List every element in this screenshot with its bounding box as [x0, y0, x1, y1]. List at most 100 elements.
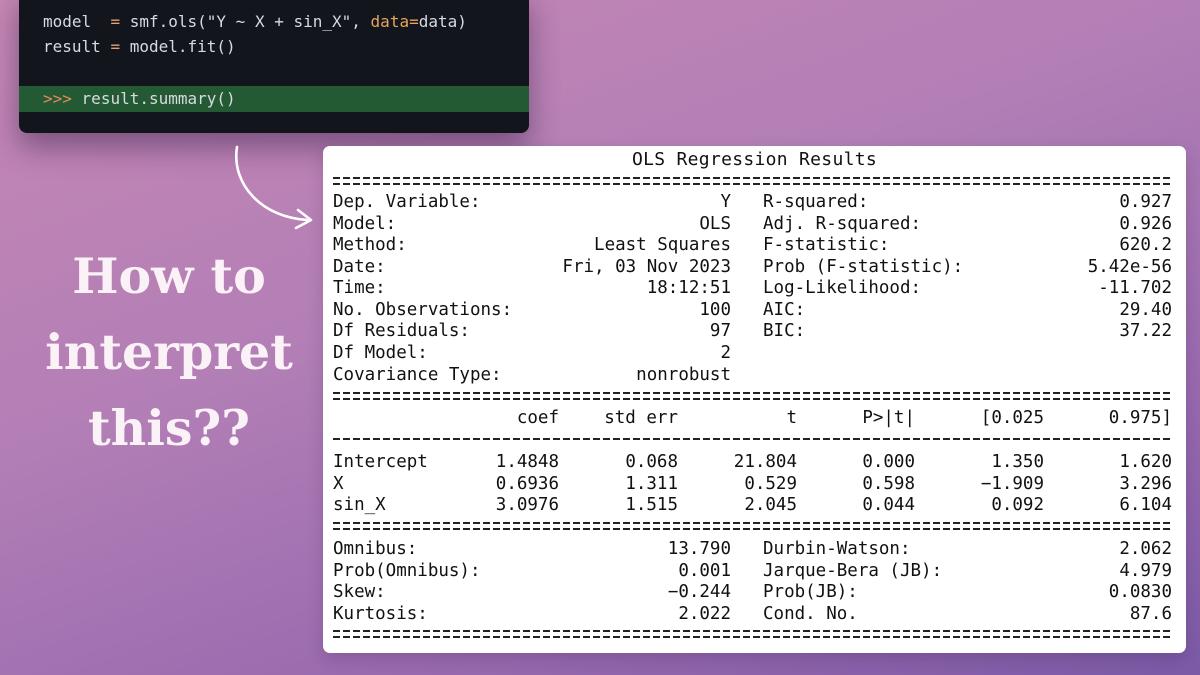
label-time: Time:: [333, 278, 386, 298]
label-date: Date:: [333, 257, 386, 277]
label-f-statistic: F-statistic:: [763, 235, 890, 255]
value-df-model: 2: [720, 343, 731, 363]
coef-cell: 0.000: [862, 452, 915, 472]
code-keyword-data: data: [370, 12, 410, 31]
repl-summary-call: result.summary(): [81, 89, 236, 108]
code-line-model: model = smf.ols("Y ~ X + sin_X", data=da…: [43, 12, 467, 31]
code-ols-call: smf.ols("Y ~ X + sin_X",: [129, 12, 371, 31]
coef-cell: 0.6936: [495, 474, 559, 494]
label-covariance-type: Covariance Type:: [333, 365, 502, 385]
coef-cell: 0.092: [991, 495, 1044, 515]
label-durbin-watson: Durbin-Watson:: [763, 539, 911, 559]
code-var-result: result: [43, 37, 101, 56]
code-assign-op: =: [110, 12, 121, 31]
coef-cell: 1.515: [625, 495, 678, 515]
coef-cell: 0.068: [625, 452, 678, 472]
heading-line-3: this??: [88, 399, 250, 457]
coef-header-t: t: [786, 408, 797, 428]
coef-cell: 3.296: [1119, 474, 1172, 494]
code-assign-op: =: [110, 37, 121, 56]
label-jarque-bera: Jarque-Bera (JB):: [763, 561, 943, 581]
value-bic: 37.22: [1119, 321, 1172, 341]
label-prob-omnibus: Prob(Omnibus):: [333, 561, 481, 581]
value-cond-no: 87.6: [1129, 604, 1172, 624]
code-var-model: model: [43, 12, 92, 31]
value-log-likelihood: -11.702: [1098, 278, 1172, 298]
label-prob-jb: Prob(JB):: [763, 582, 858, 602]
coef-cell: 2.045: [744, 495, 797, 515]
value-r-squared: 0.927: [1119, 192, 1172, 212]
coef-cell: 6.104: [1119, 495, 1172, 515]
curved-arrow-icon: [234, 145, 313, 230]
value-aic: 29.40: [1119, 300, 1172, 320]
coef-row-name: Intercept: [333, 452, 428, 472]
coef-cell: 0.044: [862, 495, 915, 515]
value-covariance-type: nonrobust: [636, 365, 731, 385]
ols-results-panel: OLS Regression Results Dep. Variable: Y …: [323, 146, 1186, 653]
label-skew: Skew:: [333, 582, 386, 602]
label-df-residuals: Df Residuals:: [333, 321, 470, 341]
coef-cell: 1.311: [625, 474, 678, 494]
coef-header-ci-lower: [0.025: [980, 408, 1044, 428]
label-dep-variable: Dep. Variable:: [333, 192, 481, 212]
value-durbin-watson: 2.062: [1119, 539, 1172, 559]
code-fit-call: model.fit(): [129, 37, 236, 56]
value-prob-omnibus: 0.001: [678, 561, 731, 581]
value-dep-variable: Y: [720, 192, 731, 212]
label-model: Model:: [333, 214, 397, 234]
code-data-arg: data): [418, 12, 467, 31]
coef-cell: 0.529: [744, 474, 797, 494]
coef-header-coef: coef: [516, 408, 559, 428]
value-method: Least Squares: [594, 235, 731, 255]
value-time: 18:12:51: [646, 278, 731, 298]
value-prob-jb: 0.0830: [1108, 582, 1172, 602]
value-date: Fri, 03 Nov 2023: [562, 257, 731, 277]
value-kurtosis: 2.022: [678, 604, 731, 624]
value-jarque-bera: 4.979: [1119, 561, 1172, 581]
coef-header-p-value: P>|t|: [862, 408, 915, 428]
heading-line-2: interpret: [45, 323, 293, 381]
label-adj-r-squared: Adj. R-squared:: [763, 214, 922, 234]
coef-cell: 1.620: [1119, 452, 1172, 472]
code-editor-window: model = smf.ols("Y ~ X + sin_X", data=da…: [19, 0, 529, 133]
separator-double: [333, 389, 1171, 402]
value-prob-f-statistic: 5.42e-56: [1087, 257, 1172, 277]
value-omnibus: 13.790: [667, 539, 731, 559]
coef-cell: 21.804: [733, 452, 797, 472]
separator-double: [333, 174, 1171, 187]
coef-header-ci-upper: 0.975]: [1108, 408, 1172, 428]
label-r-squared: R-squared:: [763, 192, 869, 212]
code-keyword-op: =: [409, 12, 419, 31]
coef-header-std-err: std err: [604, 408, 678, 428]
separator-double: [333, 519, 1171, 532]
label-cond-no: Cond. No.: [763, 604, 858, 624]
code-line-result: result = model.fit(): [43, 37, 236, 56]
value-df-residuals: 97: [709, 321, 731, 341]
label-log-likelihood: Log-Likelihood:: [763, 278, 922, 298]
coef-row-name: sin_X: [333, 495, 386, 515]
separator-single: [333, 432, 1171, 445]
label-omnibus: Omnibus:: [333, 539, 418, 559]
separator-double: [333, 627, 1171, 640]
label-method: Method:: [333, 235, 407, 255]
coef-row-name: X: [333, 474, 344, 494]
label-no-observations: No. Observations:: [333, 300, 513, 320]
heading-line-1: How to: [72, 247, 266, 305]
coef-cell: −1.909: [980, 474, 1044, 494]
repl-prompt-row: >>> result.summary(): [19, 86, 529, 112]
repl-prompt-line: >>> result.summary(): [43, 89, 236, 108]
label-kurtosis: Kurtosis:: [333, 604, 428, 624]
value-f-statistic: 620.2: [1119, 235, 1172, 255]
value-skew: −0.244: [667, 582, 731, 602]
label-df-model: Df Model:: [333, 343, 428, 363]
question-heading: How to interpret this??: [40, 238, 298, 466]
label-aic: AIC:: [763, 300, 806, 320]
results-title: OLS Regression Results: [631, 149, 877, 170]
label-bic: BIC:: [763, 321, 806, 341]
coef-cell: 1.4848: [495, 452, 559, 472]
coef-cell: 3.0976: [495, 495, 559, 515]
label-prob-f-statistic: Prob (F-statistic):: [763, 257, 964, 277]
value-no-observations: 100: [699, 300, 731, 320]
coef-cell: 0.598: [862, 474, 915, 494]
value-adj-r-squared: 0.926: [1119, 214, 1172, 234]
